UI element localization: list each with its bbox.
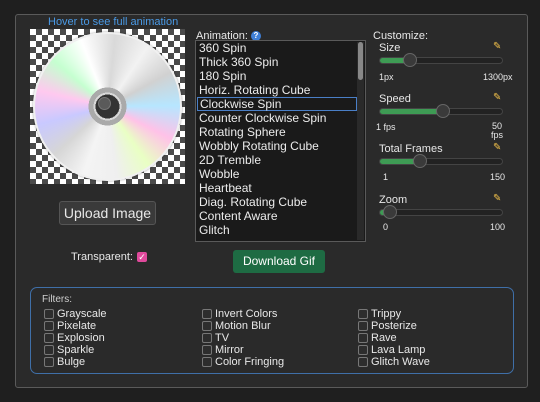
edit-frames-pencil-icon[interactable]: ✎	[493, 143, 503, 153]
filter-color-fringing[interactable]: Color Fringing	[202, 356, 284, 368]
checkbox[interactable]	[358, 321, 368, 331]
speed-min-label: 1 fps	[376, 122, 396, 132]
animation-item[interactable]: Heartbeat	[197, 181, 357, 195]
checkbox[interactable]	[44, 309, 54, 319]
animation-item[interactable]: 180 Spin	[197, 69, 357, 83]
size-max-label: 1300px	[483, 72, 513, 82]
speed-label: Speed	[379, 93, 411, 105]
zoom-max-label: 100	[490, 222, 506, 232]
filter-label: Color Fringing	[215, 356, 285, 368]
filter-mirror[interactable]: Mirror	[202, 344, 244, 356]
checkbox[interactable]	[202, 309, 212, 319]
checkbox[interactable]	[358, 357, 368, 367]
total-frames-label: Total Frames	[379, 143, 443, 155]
animation-item[interactable]: Thick 360 Spin	[197, 55, 357, 69]
filter-explosion[interactable]: Explosion	[44, 332, 105, 344]
filter-label: Pixelate	[57, 320, 97, 332]
filter-label: Lava Lamp	[371, 344, 426, 356]
speed-slider-fill	[380, 109, 444, 114]
checkbox[interactable]	[44, 321, 54, 331]
checkbox[interactable]	[358, 345, 368, 355]
filter-posterize[interactable]: Posterize	[358, 320, 417, 332]
filter-motion-blur[interactable]: Motion Blur	[202, 320, 271, 332]
animation-item-selected[interactable]: Clockwise Spin	[197, 97, 357, 111]
image-preview[interactable]	[30, 29, 185, 184]
size-slider-track[interactable]	[379, 57, 503, 64]
filter-sparkle[interactable]: Sparkle	[44, 344, 94, 356]
checkbox[interactable]	[202, 321, 212, 331]
transparent-option: Transparent: ✓	[71, 251, 147, 263]
animation-item[interactable]: Content Aware	[197, 209, 357, 223]
transparent-label: Transparent:	[71, 251, 133, 263]
animation-item[interactable]: Wobbly Rotating Cube	[197, 139, 357, 153]
animation-item[interactable]: Counter Clockwise Spin	[197, 111, 357, 125]
filter-bulge[interactable]: Bulge	[44, 356, 85, 368]
filter-label: Glitch Wave	[371, 356, 430, 368]
animation-item[interactable]: Diag. Rotating Cube	[197, 195, 357, 209]
filter-label: Trippy	[371, 308, 402, 320]
checkbox[interactable]	[202, 345, 212, 355]
checkbox[interactable]	[44, 357, 54, 367]
filter-lava-lamp[interactable]: Lava Lamp	[358, 344, 425, 356]
filters-panel: Filters: Grayscale Pixelate Explosion Sp…	[30, 287, 514, 374]
hover-hint: Hover to see full animation	[48, 16, 179, 28]
filter-label: Explosion	[57, 332, 105, 344]
filter-label: Grayscale	[57, 308, 107, 320]
filter-tv[interactable]: TV	[202, 332, 229, 344]
scrollbar-thumb[interactable]	[358, 42, 363, 80]
size-slider-knob[interactable]	[403, 53, 417, 67]
zoom-slider-track[interactable]	[379, 209, 503, 216]
checkbox[interactable]	[202, 357, 212, 367]
filter-pixelate[interactable]: Pixelate	[44, 320, 96, 332]
checkbox[interactable]	[358, 333, 368, 343]
animation-item[interactable]: 2D Tremble	[197, 153, 357, 167]
filter-label: Invert Colors	[215, 308, 278, 320]
upload-image-button[interactable]: Upload Image	[59, 201, 156, 225]
filter-trippy[interactable]: Trippy	[358, 308, 401, 320]
edit-speed-pencil-icon[interactable]: ✎	[493, 93, 503, 103]
animation-list[interactable]: 360 Spin Thick 360 Spin 180 Spin Horiz. …	[195, 40, 366, 242]
zoom-label: Zoom	[379, 194, 408, 206]
filter-invert-colors[interactable]: Invert Colors	[202, 308, 277, 320]
edit-size-pencil-icon[interactable]: ✎	[493, 42, 503, 52]
filter-label: Bulge	[57, 356, 86, 368]
checkbox[interactable]	[44, 333, 54, 343]
filters-title: Filters:	[42, 294, 72, 305]
download-gif-button[interactable]: Download Gif	[233, 250, 325, 273]
speed-max-label: 50 fps	[491, 121, 504, 140]
filter-label: Rave	[371, 332, 397, 344]
zoom-min-label: 0	[383, 222, 389, 232]
animation-list-scrollbar[interactable]	[357, 42, 364, 240]
size-label: Size	[379, 42, 401, 54]
filter-label: Mirror	[215, 344, 244, 356]
filter-label: TV	[215, 332, 230, 344]
animation-item[interactable]: Horiz. Rotating Cube	[197, 83, 357, 97]
filter-rave[interactable]: Rave	[358, 332, 397, 344]
size-min-label: 1px	[379, 72, 394, 82]
animation-item[interactable]: Wobble	[197, 167, 357, 181]
disc-center-hole	[98, 97, 111, 110]
filter-label: Sparkle	[57, 344, 95, 356]
edit-zoom-pencil-icon[interactable]: ✎	[493, 194, 503, 204]
animation-item[interactable]: Glitch	[197, 223, 357, 237]
customize-title: Customize:	[373, 30, 429, 42]
animation-item[interactable]: Rotating Sphere	[197, 125, 357, 139]
checkbox[interactable]	[202, 333, 212, 343]
filter-grayscale[interactable]: Grayscale	[44, 308, 107, 320]
frames-min-label: 1	[383, 172, 389, 182]
frames-max-label: 150	[490, 172, 506, 182]
filter-label: Posterize	[371, 320, 417, 332]
checkbox[interactable]	[44, 345, 54, 355]
filter-glitch-wave[interactable]: Glitch Wave	[358, 356, 430, 368]
checkbox[interactable]	[358, 309, 368, 319]
transparent-checkbox[interactable]: ✓	[136, 252, 147, 262]
animation-item[interactable]: 360 Spin	[197, 41, 357, 55]
frames-slider-track[interactable]	[379, 158, 503, 165]
filter-label: Motion Blur	[215, 320, 271, 332]
frames-slider-knob[interactable]	[412, 154, 427, 168]
